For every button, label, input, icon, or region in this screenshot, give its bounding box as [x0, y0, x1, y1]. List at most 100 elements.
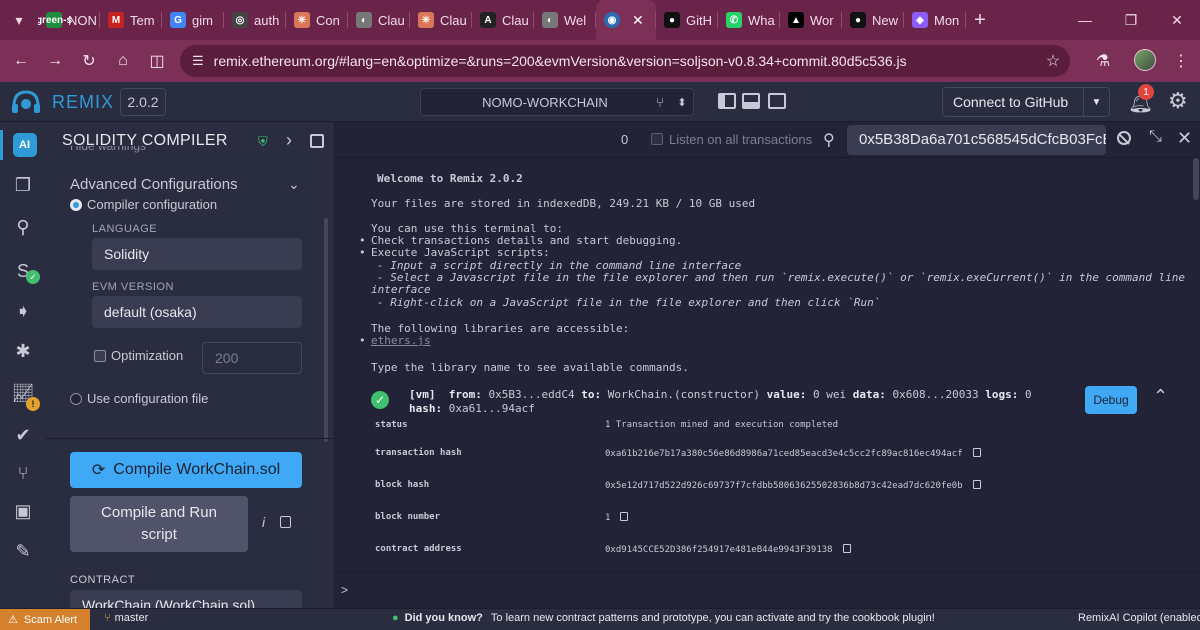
extensions-icon[interactable]: ⚗ [1086, 44, 1120, 78]
browser-tab[interactable]: ◐ Clau [348, 0, 410, 40]
evm-version-select[interactable]: default (osaka) [92, 296, 302, 328]
remix-logo-icon [12, 90, 40, 113]
tab-label: NON [68, 12, 97, 28]
use-config-file-radio[interactable] [70, 393, 82, 405]
terminal-scrollbar[interactable] [1193, 158, 1199, 200]
terminal-prompt[interactable]: > [335, 572, 1200, 608]
browser-tab[interactable]: ✳ Con [286, 0, 348, 40]
url-bar[interactable]: ☰ remix.ethereum.org/#lang=en&optimize=&… [180, 45, 1070, 77]
copy-icon[interactable] [620, 512, 629, 521]
compile-button[interactable]: ⟳ Compile WorkChain.sol [70, 452, 302, 488]
browser-tab[interactable]: ✆ Wha [718, 0, 780, 40]
hide-warnings-checkbox[interactable]: Hide warnings [70, 146, 146, 154]
browser-tab[interactable]: M Tem [100, 0, 162, 40]
tx-from: 0x5B3...eddC4 [488, 388, 575, 401]
browser-tab[interactable]: Ggim [162, 0, 224, 40]
browser-tab[interactable]: ● New [842, 0, 904, 40]
toggle-bottom-panel-icon[interactable] [742, 93, 760, 109]
url-text[interactable]: remix.ethereum.org/#lang=en&optimize=&ru… [214, 53, 1036, 69]
chevron-down-icon[interactable]: ⌄ [288, 176, 300, 193]
contract-select[interactable]: WorkChain (WorkChain.sol) [70, 590, 302, 608]
git-branch-status[interactable]: ⑂ master [104, 612, 148, 624]
ethers-link[interactable]: ethers.js [371, 334, 431, 347]
terminal-filter-input[interactable]: 0x5B38Da6a701c568545dCfcB03FcB875f56bedd… [847, 125, 1106, 155]
profile-avatar[interactable] [1134, 49, 1156, 71]
minimize-icon[interactable]: — [1062, 0, 1108, 40]
sidebar-item-settings[interactable]: ✎ [0, 536, 46, 566]
sidebar-item-search[interactable]: ⚲ [0, 212, 46, 242]
sidebar-item-debugger[interactable]: ✱ [0, 336, 46, 366]
evm-version-label: EVM VERSION [92, 281, 174, 293]
debug-button[interactable]: Debug [1085, 386, 1137, 414]
copy-icon[interactable] [972, 480, 981, 489]
sidebar-item-git[interactable]: ⑂ [0, 458, 46, 488]
sidebar-item-analysis[interactable]: 📈︎! [0, 378, 46, 411]
remixai-copilot-status[interactable]: RemixAI Copilot (enabled) [1078, 612, 1200, 624]
clear-terminal-icon[interactable] [1117, 131, 1131, 145]
terminal-search-icon[interactable]: ⚲ [823, 130, 835, 150]
forward-icon[interactable]: → [38, 44, 72, 78]
address-bar-row: ← → ↻ ⌂ ◫ ☰ remix.ethereum.org/#lang=en&… [0, 40, 1200, 82]
workspace-chevron-icon[interactable]: ⬍ [671, 96, 693, 109]
optimization-checkbox[interactable] [94, 350, 106, 362]
compile-and-run-button[interactable]: Compile and Run script [70, 496, 248, 552]
receipt-value: 1 Transaction mined and execution comple… [605, 420, 838, 430]
site-info-icon[interactable]: ☰ [192, 53, 204, 69]
browser-tab[interactable]: ● GitH [656, 0, 718, 40]
browser-tab-remix[interactable]: ◉ ✕ [596, 0, 656, 40]
language-select[interactable]: Solidity [92, 238, 302, 270]
panel-chevron-right-icon[interactable]: › [286, 130, 292, 151]
browser-menu-icon[interactable]: ⋮ [1164, 44, 1198, 78]
settings-gear-icon[interactable]: ⚙ [1168, 88, 1188, 114]
toggle-right-panel-icon[interactable] [768, 93, 786, 109]
toggle-left-panel-icon[interactable] [718, 93, 736, 109]
tab-favicon-icon: ● [850, 12, 866, 28]
new-tab-button[interactable]: + [966, 9, 994, 32]
sidebar-item-compiler[interactable]: S ✓ [0, 256, 46, 286]
language-label: LANGUAGE [92, 223, 158, 235]
tab-search-icon[interactable]: ▾ [0, 0, 38, 40]
sidebar-item-plugin-manager[interactable]: ▣ [0, 496, 46, 526]
storage-line: Your files are stored in indexedDB, 249.… [371, 197, 756, 210]
copy-icon[interactable] [280, 516, 291, 528]
browser-tab[interactable]: ◈ Mon [904, 0, 966, 40]
close-terminal-icon[interactable]: ✕ [1177, 128, 1192, 149]
compiler-config-radio[interactable] [70, 199, 82, 211]
remix-brand: REMIX [52, 92, 115, 112]
advanced-configurations-header[interactable]: Advanced Configurations [70, 176, 238, 193]
reload-icon[interactable]: ↻ [72, 44, 106, 78]
runs-input[interactable]: 200 [202, 342, 302, 374]
sidebar-item-deploy[interactable]: ➧ [0, 296, 46, 326]
home-icon[interactable]: ⌂ [106, 44, 140, 78]
refresh-icon: ⟳ [91, 462, 106, 479]
browser-tab[interactable]: ◎ auth [224, 0, 286, 40]
browser-tab[interactable]: ▲ Wor [780, 0, 842, 40]
copy-icon[interactable] [842, 544, 851, 553]
browser-tab[interactable]: ◐ Wel [534, 0, 596, 40]
bookmark-star-icon[interactable]: ☆ [1036, 51, 1070, 71]
restore-icon[interactable]: ❐ [1108, 0, 1154, 40]
browser-tab[interactable]: ✳ Clau [410, 0, 472, 40]
listen-all-checkbox[interactable] [651, 133, 663, 145]
info-icon[interactable]: i [262, 514, 265, 530]
tx-vm-tag: [vm] [409, 388, 436, 401]
panel-dock-icon[interactable] [310, 134, 324, 148]
sidebar-item-tests[interactable]: ✔ [0, 420, 46, 450]
collapse-tx-icon[interactable]: ⌃ [1153, 386, 1168, 407]
scam-alert-button[interactable]: ⚠ Scam Alert [0, 609, 90, 630]
github-dropdown-icon[interactable]: ▼ [1083, 88, 1109, 116]
browser-tab[interactable]: A Clau [472, 0, 534, 40]
sidebar-item-file-explorer[interactable]: ❐ [0, 170, 46, 200]
connect-github-button[interactable]: Connect to GitHub ▼ [942, 87, 1110, 117]
close-window-icon[interactable]: ✕ [1154, 0, 1200, 40]
sidebar-item-remixai[interactable]: AI [0, 130, 46, 160]
panel-scrollbar[interactable] [324, 218, 328, 442]
split-view-icon[interactable]: ◫ [140, 44, 174, 78]
copy-icon[interactable] [972, 448, 981, 457]
back-icon[interactable]: ← [4, 44, 38, 78]
browser-tab[interactable]: green-s NON [38, 0, 100, 40]
workspace-selector[interactable]: NOMO-WORKCHAIN ⑂ ⬍ [420, 88, 694, 116]
tx-summary[interactable]: [vm] from: 0x5B3...eddC4 to: WorkChain.(… [409, 388, 1032, 415]
close-tab-icon[interactable]: ✕ [632, 12, 644, 29]
expand-terminal-icon[interactable]: ⤡ [1149, 128, 1162, 146]
